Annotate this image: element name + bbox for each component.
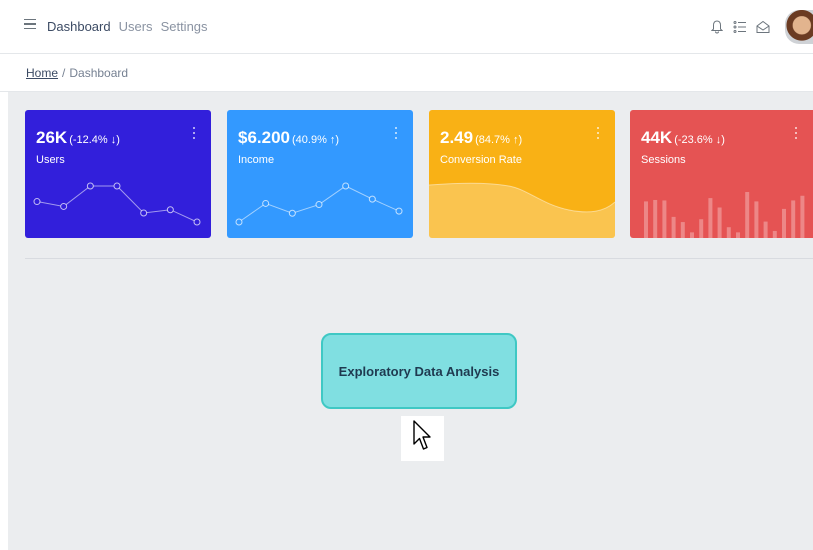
session-bar xyxy=(745,192,750,238)
session-bar xyxy=(680,222,685,238)
sparkline-point xyxy=(368,195,376,203)
card-menu-icon[interactable] xyxy=(795,127,798,139)
sparkline-point xyxy=(288,209,296,217)
widget-change: (-23.6% ↓) xyxy=(674,134,725,146)
session-bar xyxy=(800,195,805,238)
sparkline-point xyxy=(193,218,201,226)
nav-settings[interactable]: Settings xyxy=(161,19,208,34)
sparkline-point xyxy=(315,201,323,209)
session-bar xyxy=(708,198,713,238)
top-header: Dashboard Users Settings xyxy=(0,0,813,54)
widget-label: Sessions xyxy=(641,154,686,166)
list-icon[interactable] xyxy=(733,19,747,35)
session-bar xyxy=(699,219,704,238)
widget-change: (40.9% ↑) xyxy=(292,134,340,146)
user-avatar[interactable] xyxy=(785,10,813,44)
widget-label: Conversion Rate xyxy=(440,154,522,166)
hamburger-menu-icon[interactable] xyxy=(24,19,36,31)
widget-value: 44K xyxy=(641,128,673,147)
widget-label: Users xyxy=(36,154,65,166)
content-divider xyxy=(25,258,813,259)
widget-card-users: 26K (-12.4% ↓) Users xyxy=(25,110,211,238)
session-bar xyxy=(717,207,722,238)
widget-card-income: $6.200 (40.9% ↑) Income xyxy=(227,110,413,238)
breadcrumb-current: Dashboard xyxy=(69,66,129,80)
session-bar xyxy=(736,232,740,238)
session-bar xyxy=(726,227,731,238)
breadcrumb: Home / Dashboard xyxy=(26,66,128,80)
widget-value: $6.200 xyxy=(238,128,290,147)
header-nav: Dashboard Users Settings xyxy=(47,19,208,34)
sessions-bar-chart xyxy=(644,192,805,238)
sparkline-point xyxy=(235,218,243,226)
session-bar xyxy=(644,201,648,238)
sparkline-point xyxy=(140,209,148,217)
widget-value: 26K xyxy=(36,128,68,147)
eda-button-label: Exploratory Data Analysis xyxy=(338,363,500,379)
breadcrumb-separator: / xyxy=(62,66,66,80)
widget-change: (-12.4% ↓) xyxy=(69,134,120,146)
sparkline-point xyxy=(166,206,174,214)
widget-value: 2.49 xyxy=(440,128,474,147)
sparkline-point xyxy=(86,182,94,190)
session-bar xyxy=(690,232,694,238)
nav-users[interactable]: Users xyxy=(119,19,153,34)
widget-card-sessions: 44K (-23.6% ↓) Sessions xyxy=(630,110,813,238)
session-bar xyxy=(653,199,658,238)
widget-card-conversion-rate: 2.49 (84.7% ↑) Conversion Rate xyxy=(429,110,615,238)
header-icons xyxy=(710,10,813,44)
widget-change: (84.7% ↑) xyxy=(475,134,523,146)
sparkline-point xyxy=(60,202,68,210)
cursor-icon xyxy=(401,416,444,461)
widget-label: Income xyxy=(238,154,275,166)
card-menu-icon[interactable] xyxy=(395,127,398,139)
breadcrumb-home[interactable]: Home xyxy=(26,66,58,80)
nav-dashboard[interactable]: Dashboard xyxy=(47,19,111,34)
session-bar xyxy=(791,200,796,238)
session-bar xyxy=(782,208,786,238)
session-bar xyxy=(772,230,777,238)
conversion-area-chart xyxy=(429,182,615,238)
sparkline-point xyxy=(342,182,350,190)
sparkline-point xyxy=(33,198,41,206)
session-bar xyxy=(754,201,759,238)
card-menu-icon[interactable] xyxy=(597,127,600,139)
sparkline-point xyxy=(395,207,403,215)
subheader: Home / Dashboard xyxy=(0,54,813,92)
income-sparkline xyxy=(235,182,403,226)
sparkline-path xyxy=(36,185,198,223)
session-bar xyxy=(662,200,667,238)
sparkline-point xyxy=(262,199,270,207)
card-menu-icon[interactable] xyxy=(193,127,196,139)
session-bar xyxy=(671,216,676,238)
exploratory-data-analysis-button[interactable]: Exploratory Data Analysis xyxy=(321,333,517,409)
session-bar xyxy=(763,221,768,238)
sparkline-point xyxy=(113,182,121,190)
users-sparkline xyxy=(33,182,201,226)
envelope-icon[interactable] xyxy=(756,19,770,35)
bell-icon[interactable] xyxy=(710,19,724,35)
